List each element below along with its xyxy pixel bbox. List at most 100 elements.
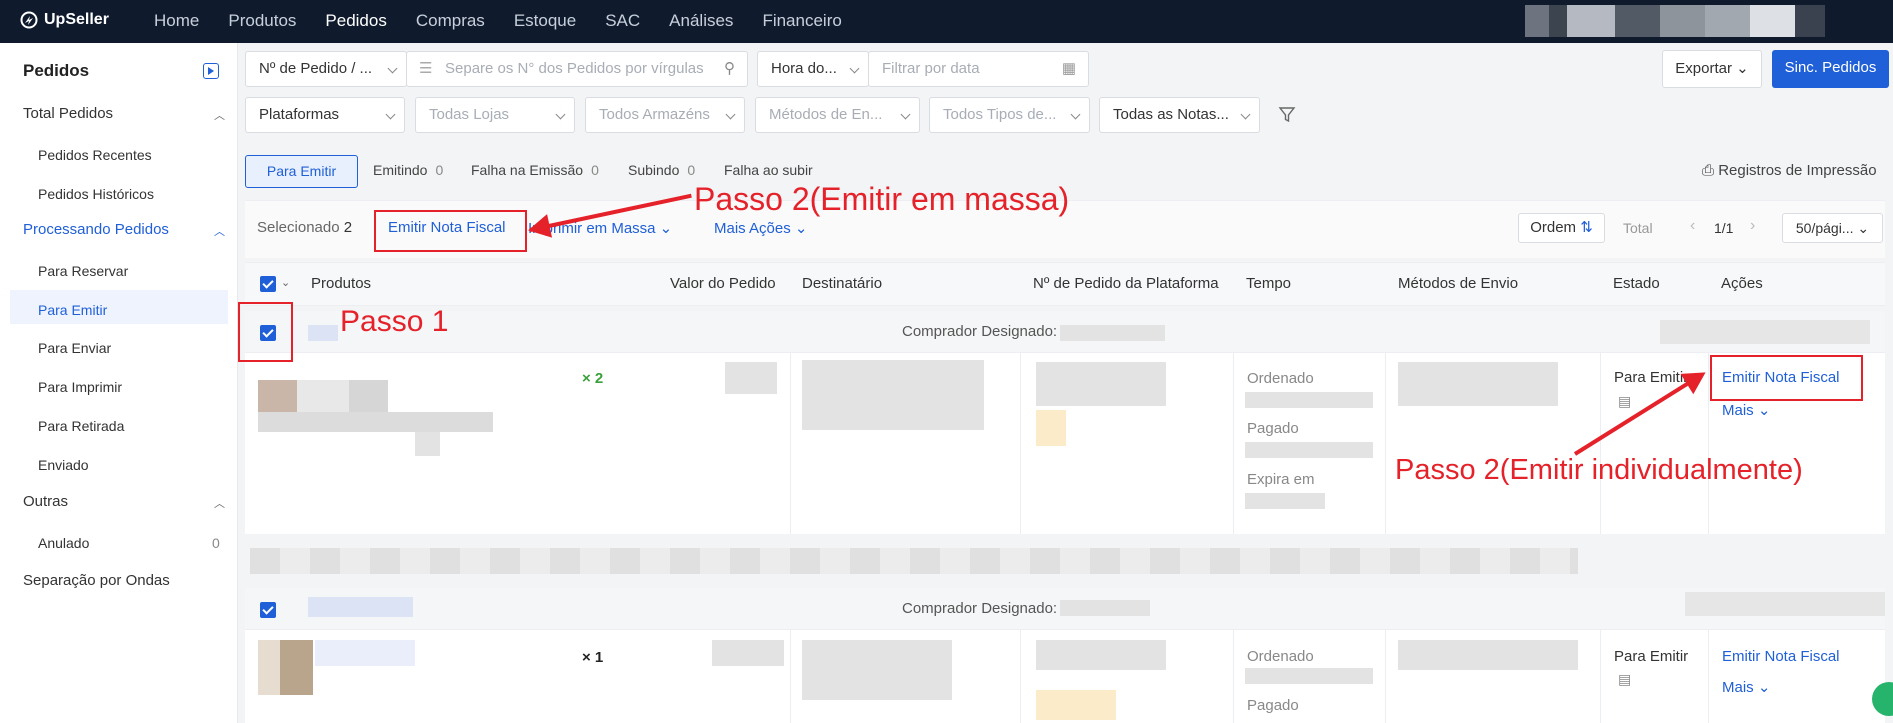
col-produtos: Produtos bbox=[311, 275, 372, 292]
col-metodos: Métodos de Envio bbox=[1398, 275, 1519, 292]
next-page-icon[interactable]: › bbox=[1750, 217, 1755, 235]
filter-icon[interactable] bbox=[1278, 106, 1296, 124]
nav-home[interactable]: Home bbox=[154, 0, 199, 43]
annotation-step2-individual: Passo 2(Emitir individualmente) bbox=[1395, 454, 1803, 486]
nav-financeiro[interactable]: Financeiro bbox=[762, 0, 841, 43]
annotation-box-bulk bbox=[374, 210, 527, 252]
blurred-buyer bbox=[1060, 325, 1165, 341]
blurred-buyer bbox=[1060, 600, 1150, 616]
nav-analises[interactable]: Análises bbox=[669, 0, 733, 43]
store-select[interactable]: Todas Lojas bbox=[415, 97, 575, 133]
chevron-up-icon[interactable]: ︿ bbox=[214, 107, 225, 123]
nav-estoque[interactable]: Estoque bbox=[514, 0, 576, 43]
order-number-select[interactable]: Nº de Pedido / ... bbox=[245, 51, 407, 87]
order-status: Para Emitir bbox=[1614, 369, 1689, 386]
tab-subindo[interactable]: Subindo 0 bbox=[628, 155, 695, 188]
calendar-icon[interactable]: ▦ bbox=[1062, 52, 1076, 86]
chevron-up-icon[interactable]: ︿ bbox=[214, 495, 225, 511]
chevron-down-icon: ⌄ bbox=[1736, 60, 1749, 77]
chevron-down-icon[interactable]: ⌄ bbox=[281, 276, 290, 289]
sidebar-item-historicos[interactable]: Pedidos Históricos bbox=[38, 186, 154, 202]
select-all-checkbox[interactable] bbox=[260, 276, 276, 292]
collapse-sidebar-icon[interactable] bbox=[203, 63, 219, 79]
blurred-recipient bbox=[802, 640, 952, 700]
exportar-button[interactable]: Exportar ⌄ bbox=[1662, 50, 1762, 88]
nav-pedidos[interactable]: Pedidos bbox=[325, 0, 386, 43]
blurred-platform-order bbox=[1036, 362, 1166, 406]
note-icon[interactable]: ▤ bbox=[1618, 671, 1631, 688]
col-tempo: Tempo bbox=[1246, 275, 1292, 292]
order-number-search-input[interactable]: ☰ Separe os N° dos Pedidos por vírgulas … bbox=[406, 51, 748, 87]
sidebar-item-retirada[interactable]: Para Retirada bbox=[38, 418, 124, 434]
more-actions-button[interactable]: Mais Ações ⌄ bbox=[714, 219, 807, 237]
nav-sac[interactable]: SAC bbox=[605, 0, 640, 43]
sidebar-item-enviado[interactable]: Enviado bbox=[38, 457, 89, 473]
prev-page-icon[interactable]: ‹ bbox=[1690, 217, 1695, 235]
tempo-pagado-label: Pagado bbox=[1247, 420, 1299, 437]
sidebar-item-reservar[interactable]: Para Reservar bbox=[38, 263, 128, 279]
page-size-select[interactable]: 50/pági... ⌄ bbox=[1782, 213, 1883, 243]
top-navigation-bar: UpSeller Home Produtos Pedidos Compras E… bbox=[0, 0, 1893, 43]
blurred-address-strip bbox=[250, 548, 1578, 574]
shipping-method-select[interactable]: Métodos de En... bbox=[755, 97, 920, 133]
tempo-ordenado-label: Ordenado bbox=[1247, 648, 1314, 665]
tab-emitindo[interactable]: Emitindo 0 bbox=[373, 155, 443, 188]
sidebar-item-anulado[interactable]: Anulado bbox=[38, 535, 89, 551]
col-destinatario: Destinatário bbox=[802, 275, 883, 292]
comprador-label: Comprador Designado: bbox=[902, 600, 1058, 617]
annotation-step2-bulk: Passo 2(Emitir em massa) bbox=[694, 181, 1070, 217]
sidebar-group-processando[interactable]: Processando Pedidos bbox=[23, 221, 169, 238]
types-select[interactable]: Todos Tipos de... bbox=[929, 97, 1090, 133]
tempo-expira-label: Expira em bbox=[1247, 471, 1315, 488]
note-icon[interactable]: ▤ bbox=[1618, 393, 1631, 410]
sidebar-item-ondas[interactable]: Separação por Ondas bbox=[23, 572, 170, 589]
sidebar: Pedidos Total Pedidos ︿ Pedidos Recentes… bbox=[0, 43, 238, 723]
product-thumbnail[interactable] bbox=[258, 640, 313, 695]
sidebar-group-outras[interactable]: Outras bbox=[23, 493, 68, 510]
sort-order-button[interactable]: Ordem ⇅ bbox=[1518, 213, 1605, 243]
quantity-badge: × 2 bbox=[582, 370, 604, 387]
tab-falha-emissao[interactable]: Falha na Emissão 0 bbox=[471, 155, 599, 188]
anulado-count: 0 bbox=[212, 535, 220, 551]
sync-orders-button[interactable]: Sinc. Pedidos bbox=[1772, 50, 1889, 88]
emitir-nota-action[interactable]: Emitir Nota Fiscal bbox=[1722, 648, 1840, 665]
sidebar-item-recentes[interactable]: Pedidos Recentes bbox=[38, 147, 152, 163]
brand-name: UpSeller bbox=[44, 11, 109, 28]
more-actions-dropdown[interactable]: Mais ⌄ bbox=[1722, 401, 1770, 419]
search-icon[interactable]: ⚲ bbox=[724, 52, 735, 86]
annotation-box-individual bbox=[1710, 355, 1863, 401]
chevron-up-icon[interactable]: ︿ bbox=[214, 223, 225, 239]
printer-icon: ⎙ bbox=[1702, 162, 1715, 179]
blurred-order-id bbox=[308, 325, 338, 341]
print-records-link[interactable]: ⎙ Registros de Impressão bbox=[1702, 155, 1877, 188]
upseller-logo-icon bbox=[20, 11, 38, 29]
sidebar-item-emitir[interactable]: Para Emitir bbox=[38, 302, 107, 318]
sort-icon: ⇅ bbox=[1580, 219, 1593, 236]
blurred-product-name bbox=[315, 640, 415, 666]
date-filter-input[interactable]: Filtrar por data ▦ bbox=[868, 51, 1089, 87]
sidebar-item-enviar[interactable]: Para Enviar bbox=[38, 340, 111, 356]
brand-logo[interactable]: UpSeller bbox=[20, 11, 109, 29]
tab-para-emitir[interactable]: Para Emitir bbox=[245, 155, 358, 188]
time-type-select[interactable]: Hora do... bbox=[757, 51, 869, 87]
selected-count: Selecionado 2 bbox=[257, 219, 353, 236]
platform-select[interactable]: Plataformas bbox=[245, 97, 405, 133]
sidebar-item-imprimir[interactable]: Para Imprimir bbox=[38, 379, 122, 395]
warehouse-select[interactable]: Todos Armazéns bbox=[585, 97, 745, 133]
nav-produtos[interactable]: Produtos bbox=[228, 0, 296, 43]
nav-compras[interactable]: Compras bbox=[416, 0, 485, 43]
blurred-value bbox=[712, 640, 784, 666]
account-area-blurred[interactable] bbox=[1525, 5, 1825, 37]
sidebar-group-total[interactable]: Total Pedidos bbox=[23, 105, 113, 122]
order-checkbox[interactable] bbox=[260, 602, 276, 618]
invoice-type-select[interactable]: Todas as Notas... bbox=[1099, 97, 1260, 133]
col-acoes: Ações bbox=[1721, 275, 1763, 292]
blurred-shipping bbox=[1398, 640, 1578, 670]
tempo-pagado-label: Pagado bbox=[1247, 697, 1299, 714]
annotation-box-step1 bbox=[238, 302, 293, 362]
blurred-recipient bbox=[802, 360, 984, 430]
more-actions-dropdown[interactable]: Mais ⌄ bbox=[1722, 678, 1770, 696]
tempo-ordenado-label: Ordenado bbox=[1247, 370, 1314, 387]
list-icon: ☰ bbox=[419, 60, 433, 77]
order-status: Para Emitir bbox=[1614, 648, 1689, 665]
